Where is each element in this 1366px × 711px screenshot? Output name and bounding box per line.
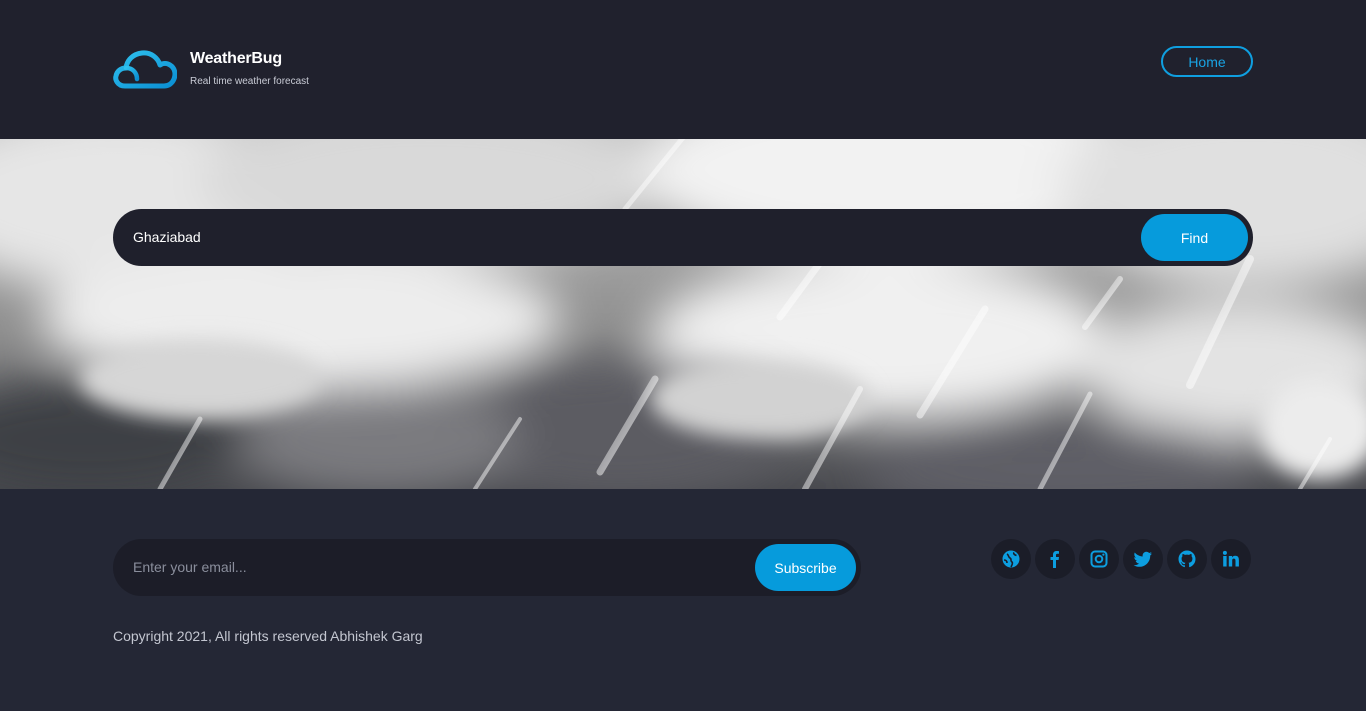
email-input[interactable] [133, 553, 733, 581]
github-icon [1178, 550, 1196, 568]
social-link-instagram[interactable] [1079, 539, 1119, 579]
facebook-icon [1050, 551, 1059, 568]
globe-icon [1002, 550, 1020, 568]
linkedin-icon [1222, 550, 1239, 567]
find-button[interactable]: Find [1141, 214, 1248, 261]
social-links [991, 539, 1251, 579]
twitter-icon [1133, 551, 1152, 567]
social-link-github[interactable] [1167, 539, 1207, 579]
social-link-facebook[interactable] [1035, 539, 1075, 579]
city-search-input[interactable] [133, 223, 1113, 251]
brand-tagline: Real time weather forecast [190, 76, 309, 87]
site-footer: Subscribe [0, 489, 1366, 711]
subscribe-button[interactable]: Subscribe [755, 544, 856, 591]
storm-clouds-background [0, 139, 1366, 489]
copyright-text: Copyright 2021, All rights reserved Abhi… [113, 628, 423, 644]
hero-banner: Find [0, 139, 1366, 489]
site-header: WeatherBug Real time weather forecast Ho… [0, 0, 1366, 139]
cloud-icon [113, 50, 177, 89]
brand-title: WeatherBug [190, 50, 282, 67]
home-button[interactable]: Home [1161, 46, 1253, 77]
instagram-icon [1090, 550, 1108, 568]
city-search-bar: Find [113, 209, 1253, 266]
social-link-globe[interactable] [991, 539, 1031, 579]
social-link-linkedin[interactable] [1211, 539, 1251, 579]
social-link-twitter[interactable] [1123, 539, 1163, 579]
newsletter-form: Subscribe [113, 539, 861, 596]
